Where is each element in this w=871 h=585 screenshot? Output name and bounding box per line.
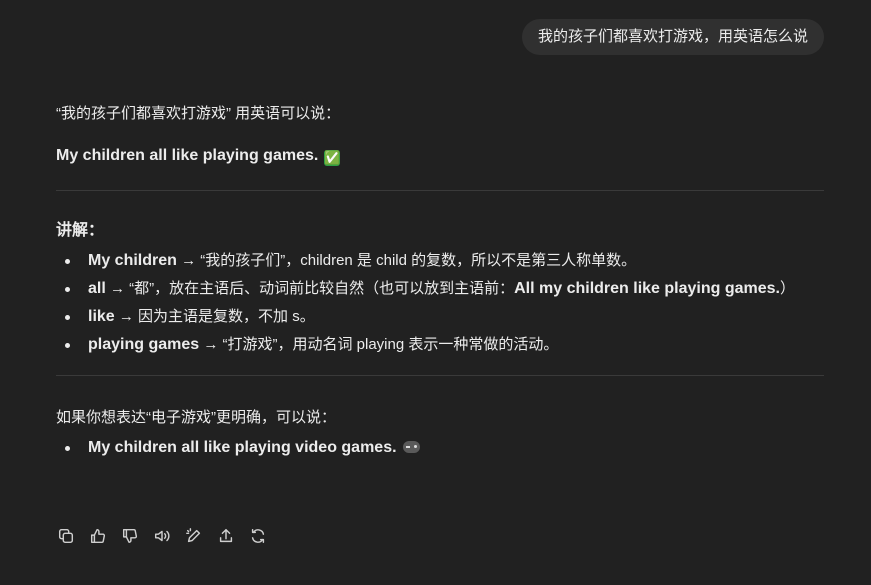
thumbs-up-icon [90, 528, 106, 544]
term: like [88, 308, 115, 325]
explanation-text: → “都”，放在主语后、动词前比较自然（也可以放到主语前： [105, 280, 515, 297]
explanation-text: → “打游戏”，用动名词 playing 表示一种常做的活动。 [199, 336, 559, 353]
main-answer: My children all like playing games. ✅ [56, 142, 824, 170]
explanation-text: → 因为主语是复数，不加 s。 [114, 308, 315, 325]
share-icon [219, 528, 233, 543]
read-aloud-button[interactable] [152, 526, 172, 546]
bullet [65, 259, 70, 264]
term: playing games [88, 336, 200, 353]
thumbs-down-icon [122, 528, 138, 544]
copy-button[interactable] [56, 526, 76, 546]
term: all [88, 280, 106, 297]
divider [56, 190, 824, 191]
list-item: My children → “我的孩子们”，children 是 child 的… [56, 247, 824, 275]
edit-button[interactable] [184, 526, 204, 546]
speaker-icon [154, 530, 170, 542]
regenerate-button[interactable] [248, 526, 268, 546]
assistant-message: “我的孩子们都喜欢打游戏” 用英语可以说： My children all li… [56, 100, 824, 462]
explanation-text-end: ） [780, 280, 796, 297]
list-item: playing games → “打游戏”，用动名词 playing 表示一种常… [56, 331, 824, 359]
bullet [65, 446, 70, 451]
explanation-text: → “我的孩子们”，children 是 child 的复数，所以不是第三人称单… [176, 252, 637, 269]
explanation-list: My children → “我的孩子们”，children 是 child 的… [56, 247, 824, 359]
term: My children [88, 252, 177, 269]
answer-intro: “我的孩子们都喜欢打游戏” 用英语可以说： [56, 105, 341, 122]
user-message-bubble: 我的孩子们都喜欢打游戏，用英语怎么说 [521, 19, 824, 55]
check-mark-icon: ✅ [324, 150, 341, 166]
list-item: like → 因为主语是复数，不加 s。 [56, 303, 824, 331]
list-item: all → “都”，放在主语后、动词前比较自然（也可以放到主语前：All my … [56, 275, 824, 303]
main-answer-text: My children all like playing games. [56, 147, 319, 164]
bullet [65, 315, 70, 320]
video-game-controller-icon [402, 441, 420, 453]
explanation-heading: 讲解： [56, 222, 105, 239]
pencil-sparkle-icon [186, 528, 201, 543]
message-actions [56, 526, 268, 546]
divider [56, 375, 824, 376]
followup-intro: 如果你想表达“电子游戏”更明确，可以说： [56, 409, 336, 426]
share-button[interactable] [216, 526, 236, 546]
list-item: My children all like playing video games… [56, 434, 824, 462]
bullet [65, 287, 70, 292]
alt-sentence: All my children like playing games. [514, 280, 780, 297]
copy-icon [58, 528, 74, 544]
refresh-icon [251, 528, 265, 544]
followup-answer: My children all like playing video games… [88, 439, 397, 456]
bullet [65, 343, 70, 348]
thumbs-up-button[interactable] [88, 526, 108, 546]
thumbs-down-button[interactable] [120, 526, 140, 546]
followup-list: My children all like playing video games… [56, 434, 824, 462]
